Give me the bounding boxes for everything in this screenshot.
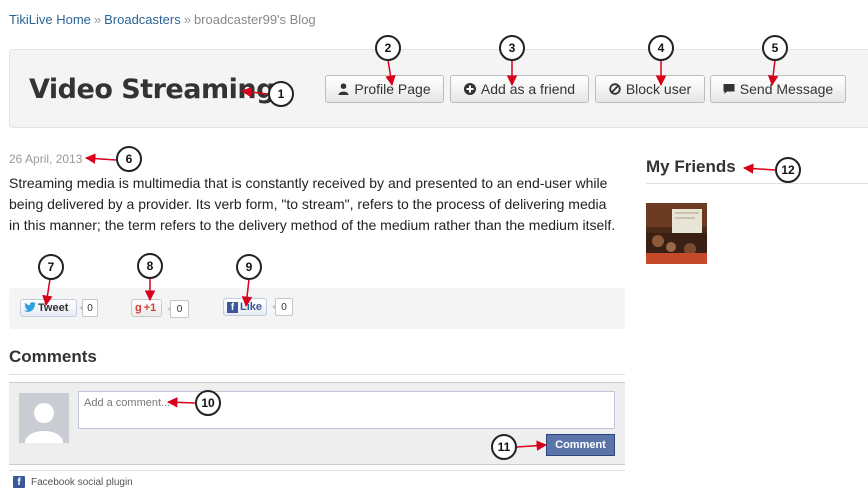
comment-submit-button[interactable]: Comment — [546, 434, 615, 456]
profile-page-button[interactable]: Profile Page — [325, 75, 444, 103]
facebook-like-label: Like — [240, 301, 263, 313]
callout-arrow-12 — [742, 163, 776, 174]
facebook-like-count: 0 — [272, 298, 293, 316]
friend-avatar[interactable] — [646, 203, 707, 264]
callout-2: 2 — [375, 35, 401, 61]
breadcrumb-current: broadcaster99's Blog — [193, 12, 316, 27]
facebook-icon: f — [227, 301, 238, 313]
facebook-icon: f — [13, 476, 25, 488]
plus-circle-icon — [463, 83, 476, 95]
block-user-button[interactable]: Block user — [595, 75, 705, 103]
breadcrumb: TikiLive Home» Broadcasters» broadcaster99… — [9, 12, 316, 27]
breadcrumb-separator: » — [183, 12, 191, 27]
comment-input[interactable]: Add a comment... — [78, 391, 615, 429]
google-plus-one-button[interactable]: g +1 — [131, 299, 162, 317]
page-title: Video Streaming — [29, 74, 275, 105]
comment-icon — [723, 83, 735, 95]
add-friend-button[interactable]: Add as a friend — [450, 75, 589, 103]
avatar — [19, 393, 69, 443]
google-plus-one-label: +1 — [143, 302, 157, 314]
callout-5: 5 — [762, 35, 788, 61]
twitter-bird-icon — [24, 301, 36, 315]
breadcrumb-home-link[interactable]: TikiLive Home — [9, 12, 91, 27]
tweet-label: Tweet — [38, 302, 69, 314]
breadcrumb-separator: » — [93, 12, 102, 27]
tweet-count: 0 — [79, 299, 98, 317]
tweet-button[interactable]: Tweet — [20, 299, 77, 317]
plugin-divider — [9, 470, 625, 471]
callout-1: 1 — [268, 81, 294, 107]
social-share-bar — [9, 288, 625, 329]
my-friends-divider — [646, 183, 868, 184]
callout-arrow-6 — [84, 153, 117, 164]
callout-3: 3 — [499, 35, 525, 61]
profile-page-label: Profile Page — [354, 81, 431, 97]
post-body: Streaming media is multimedia that is co… — [9, 175, 616, 233]
comments-heading: Comments — [9, 347, 97, 366]
comments-divider — [9, 374, 625, 375]
callout-4: 4 — [648, 35, 674, 61]
facebook-social-plugin: f Facebook social plugin — [13, 476, 133, 488]
callout-12: 12 — [775, 157, 801, 183]
callout-9: 9 — [236, 254, 262, 280]
my-friends-heading: My Friends — [646, 157, 736, 176]
post-date: 26 April, 2013 — [9, 152, 83, 166]
send-message-button[interactable]: Send Message — [710, 75, 846, 103]
block-user-label: Block user — [625, 81, 692, 97]
callout-7: 7 — [38, 254, 64, 280]
add-friend-label: Add as a friend — [480, 81, 576, 97]
google-plus-one-count: 0 — [167, 300, 189, 318]
send-message-label: Send Message — [739, 81, 834, 97]
callout-11: 11 — [491, 434, 517, 460]
facebook-social-plugin-label: Facebook social plugin — [31, 476, 133, 488]
facebook-like-button[interactable]: f Like — [223, 298, 267, 316]
callout-8: 8 — [137, 253, 163, 279]
callout-10: 10 — [195, 390, 221, 416]
user-icon — [338, 83, 349, 95]
breadcrumb-broadcasters-link[interactable]: Broadcasters — [104, 12, 181, 27]
callout-6: 6 — [116, 146, 142, 172]
ban-icon — [609, 83, 621, 95]
google-g-icon: g — [135, 302, 142, 314]
